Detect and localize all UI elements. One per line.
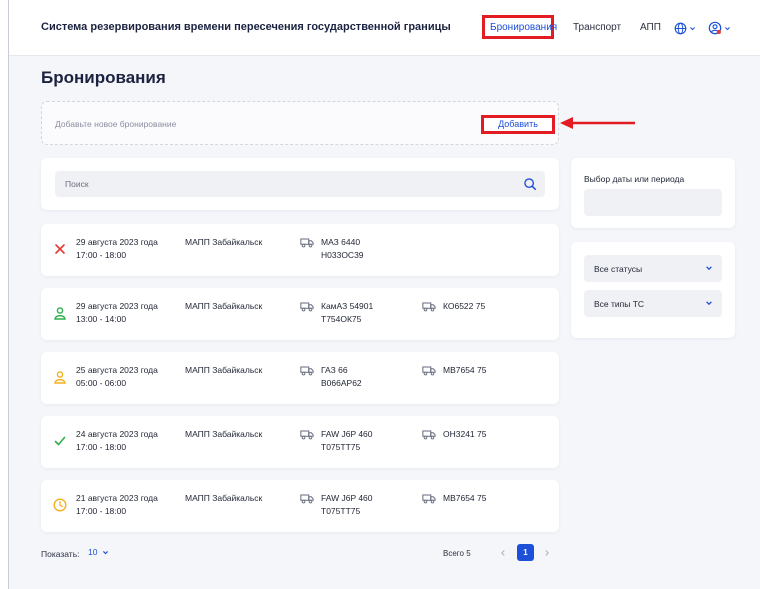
vehicle-model: FAW J6P 460 [321, 493, 373, 503]
vehicle-plate: В066АР62 [321, 378, 362, 388]
page-size-select[interactable]: 10 [88, 547, 109, 557]
clock-icon [53, 498, 67, 512]
booking-time: 05:00 - 06:00 [76, 378, 127, 388]
vehicle-model: ГАЗ 66 [321, 365, 348, 375]
trailer-icon [422, 366, 436, 376]
booking-date: 24 августа 2023 года [76, 429, 158, 439]
vehicle-model: FAW J6P 460 [321, 429, 373, 439]
booking-date: 21 августа 2023 года [76, 493, 158, 503]
nav-checkpoints[interactable]: АПП [640, 22, 661, 33]
trailer-plate: МВ7654 75 [443, 365, 487, 375]
booking-date: 29 августа 2023 года [76, 237, 158, 247]
page-button-current[interactable]: 1 [517, 544, 534, 561]
total-count: Всего 5 [443, 549, 471, 558]
date-filter-card: Выбор даты или периода [571, 158, 735, 228]
vehicle-type-select-value: Все типы ТС [594, 299, 645, 309]
vehicle-model: МАЗ 6440 [321, 237, 361, 247]
globe-icon [674, 22, 687, 34]
chevron-down-icon [690, 26, 695, 30]
app-frame: Система резервирования времени пересечен… [8, 0, 760, 589]
trailer-plate: КО6522 75 [443, 301, 486, 311]
search-card: Поиск [41, 158, 559, 210]
driver-icon [54, 307, 66, 320]
nav-bookings[interactable]: Бронирования [490, 22, 557, 33]
date-range-input[interactable] [584, 189, 722, 216]
search-placeholder: Поиск [65, 179, 89, 189]
trailer-icon [422, 494, 436, 504]
add-booking-hint: Добавьте новое бронирование [55, 119, 177, 129]
vehicle-plate: Т075ТТ75 [321, 442, 361, 452]
page-size-value: 10 [88, 547, 98, 557]
booking-time: 17:00 - 18:00 [76, 442, 127, 452]
booking-checkpoint: МАПП Забайкальск [185, 429, 263, 439]
page-title: Бронирования [41, 68, 166, 87]
chevron-down-icon [706, 301, 712, 306]
app-title: Система резервирования времени пересечен… [41, 21, 451, 33]
booking-date: 29 августа 2023 года [76, 301, 158, 311]
trailer-icon [422, 302, 436, 312]
booking-checkpoint: МАПП Забайкальск [185, 365, 263, 375]
search-input[interactable]: Поиск [55, 171, 545, 197]
booking-checkpoint: МАПП Забайкальск [185, 237, 263, 247]
booking-row[interactable]: 29 августа 2023 года 17:00 - 18:00 МАПП … [41, 224, 559, 276]
truck-icon [300, 366, 314, 376]
checkmark-icon [54, 436, 66, 446]
vehicle-plate: Т754ОК75 [321, 314, 362, 324]
booking-time: 13:00 - 14:00 [76, 314, 127, 324]
vehicle-plate: Н033ОС39 [321, 250, 364, 260]
nav-transport[interactable]: Транспорт [573, 22, 621, 33]
booking-checkpoint: МАПП Забайкальск [185, 493, 263, 503]
truck-icon [300, 430, 314, 440]
booking-time: 17:00 - 18:00 [76, 250, 127, 260]
add-booking-button[interactable]: Добавить [481, 115, 555, 134]
trailer-plate: МВ7654 75 [443, 493, 487, 503]
chevron-down-icon [706, 266, 712, 271]
user-menu[interactable] [708, 19, 734, 37]
user-icon [708, 21, 722, 35]
booking-row[interactable]: 29 августа 2023 года 13:00 - 14:00 МАПП … [41, 288, 559, 340]
vehicle-plate: Т075ТТ75 [321, 506, 361, 516]
booking-row[interactable]: 21 августа 2023 года 17:00 - 18:00 МАПП … [41, 480, 559, 532]
date-filter-label: Выбор даты или периода [584, 174, 685, 184]
vehicle-type-select[interactable]: Все типы ТС [584, 290, 722, 317]
trailer-plate: ОН3241 75 [443, 429, 487, 439]
booking-date: 25 августа 2023 года [76, 365, 158, 375]
annotation-arrow-icon [560, 117, 635, 129]
truck-icon [300, 238, 314, 248]
trailer-icon [422, 430, 436, 440]
chevron-left-icon[interactable] [499, 549, 507, 557]
booking-time: 17:00 - 18:00 [76, 506, 127, 516]
language-switcher[interactable] [674, 19, 700, 37]
truck-icon [300, 494, 314, 504]
truck-icon [300, 302, 314, 312]
vehicle-model: КамАЗ 54901 [321, 301, 374, 311]
page-size-label: Показать: [41, 549, 80, 559]
search-icon[interactable] [523, 177, 537, 191]
chevron-right-icon[interactable] [543, 549, 551, 557]
filters-card: Все статусы Все типы ТС [571, 242, 735, 338]
chevron-down-icon [725, 26, 730, 30]
booking-checkpoint: МАПП Забайкальск [185, 301, 263, 311]
top-header: Система резервирования времени пересечен… [9, 0, 760, 56]
status-select[interactable]: Все статусы [584, 255, 722, 282]
booking-row[interactable]: 24 августа 2023 года 17:00 - 18:00 МАПП … [41, 416, 559, 468]
driver-icon [54, 371, 66, 384]
booking-row[interactable]: 25 августа 2023 года 05:00 - 06:00 МАПП … [41, 352, 559, 404]
cancelled-icon [55, 244, 65, 254]
chevron-down-icon [103, 550, 109, 554]
status-select-value: Все статусы [594, 264, 643, 274]
